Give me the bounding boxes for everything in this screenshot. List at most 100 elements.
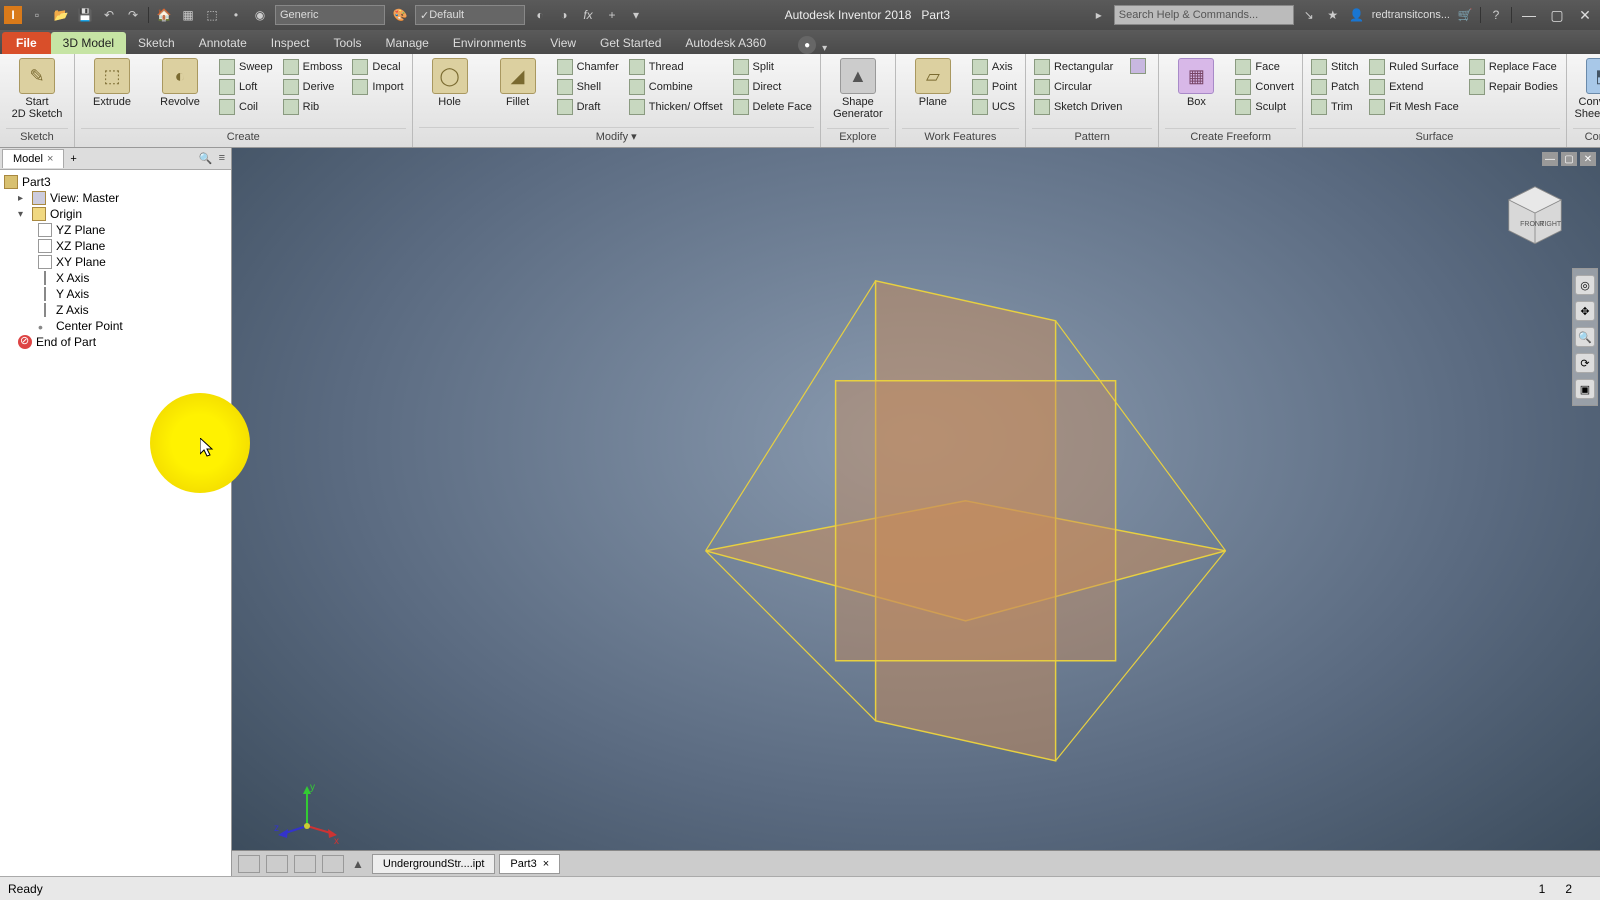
tab-view[interactable]: View [538,32,588,54]
measure-icon[interactable]: • [227,6,245,24]
signin-icon[interactable]: ↘ [1300,6,1318,24]
doc-arrange-icon[interactable] [294,855,316,873]
nav-orbit-icon[interactable]: ⟳ [1575,353,1595,373]
undo-icon[interactable]: ↶ [100,6,118,24]
box-button[interactable]: ▦ Box [1165,58,1227,108]
maximize-button[interactable]: ▢ [1546,5,1568,25]
tab-a360[interactable]: Autodesk A360 [673,32,778,54]
tab-sketch[interactable]: Sketch [126,32,187,54]
browser-search-icon[interactable]: 🔍 [199,152,213,165]
browser-tab-model[interactable]: Model× [2,149,64,168]
hole-button[interactable]: ◯ Hole [419,58,481,108]
doc-tab-underground[interactable]: UndergroundStr....ipt [372,854,496,874]
tree-origin[interactable]: ▾Origin [2,206,229,222]
thicken-button[interactable]: Thicken/ Offset [627,98,725,116]
tab-3d-model[interactable]: 3D Model [51,32,126,54]
draft-button[interactable]: Draft [555,98,621,116]
rectangular-button[interactable]: Rectangular [1032,58,1124,76]
minimize-button[interactable]: — [1518,5,1540,25]
start-2d-sketch-button[interactable]: ✎ Start 2D Sketch [6,58,68,120]
trim-button[interactable]: Trim [1309,98,1361,116]
axis-button[interactable]: Axis [970,58,1019,76]
import-button[interactable]: Import [350,78,405,96]
viewcube[interactable]: FRONT RIGHT [1500,178,1570,248]
panel-modify-label[interactable]: Modify ▾ [419,127,814,145]
extrude-button[interactable]: ⬚ Extrude [81,58,143,108]
tab-annotate[interactable]: Annotate [187,32,259,54]
fillet-button[interactable]: ◢ Fillet [487,58,549,108]
nav-lookat-icon[interactable]: ▣ [1575,379,1595,399]
tree-view[interactable]: ▸View: Master [2,190,229,206]
help-search-input[interactable]: Search Help & Commands... [1114,5,1294,25]
split-button[interactable]: Split [731,58,814,76]
home-icon[interactable]: 🏠 [155,6,173,24]
face-button[interactable]: Face [1233,58,1296,76]
close-button[interactable]: ✕ [1574,5,1596,25]
adjust-icon[interactable]: ◐ [531,6,549,24]
redo-icon[interactable]: ↷ [124,6,142,24]
save-icon[interactable]: 💾 [76,6,94,24]
circular-button[interactable]: Circular [1032,78,1124,96]
shell-button[interactable]: Shell [555,78,621,96]
thread-button[interactable]: Thread [627,58,725,76]
nav-pan-icon[interactable]: ✥ [1575,301,1595,321]
rib-button[interactable]: Rib [281,98,345,116]
browser-tab-add-icon[interactable]: + [64,153,82,165]
derive-button[interactable]: Derive [281,78,345,96]
help-icon[interactable]: ? [1487,6,1505,24]
doc-switch-icon[interactable] [322,855,344,873]
nav-zoom-icon[interactable]: 🔍 [1575,327,1595,347]
tab-tools[interactable]: Tools [321,32,373,54]
replace-face-button[interactable]: Replace Face [1467,58,1560,76]
viewport-max-icon[interactable]: ▢ [1561,152,1577,166]
star-icon[interactable]: ★ [1324,6,1342,24]
material-dropdown[interactable]: Generic [275,5,385,25]
ribbon-help-icon[interactable]: ● [798,36,816,54]
user-icon[interactable]: 👤 [1348,6,1366,24]
repair-bodies-button[interactable]: Repair Bodies [1467,78,1560,96]
tree-z-axis[interactable]: Z Axis [2,302,229,318]
coil-button[interactable]: Coil [217,98,275,116]
material-icon[interactable]: ◉ [251,6,269,24]
emboss-button[interactable]: Emboss [281,58,345,76]
extend-button[interactable]: Extend [1367,78,1461,96]
viewport[interactable]: — ▢ ✕ FRONT RIGHT ◎ [232,148,1600,876]
plane-button[interactable]: ▱ Plane [902,58,964,108]
stitch-button[interactable]: Stitch [1309,58,1361,76]
viewport-close-icon[interactable]: ✕ [1580,152,1596,166]
nav-wheel-icon[interactable]: ◎ [1575,275,1595,295]
convert-sheet-metal-button[interactable]: ⬒ Convert to Sheet Metal [1573,58,1600,120]
app-icon[interactable]: I [4,6,22,24]
doc-nav-up-icon[interactable]: ▲ [348,857,368,871]
cart-icon[interactable]: 🛒 [1456,6,1474,24]
tree-x-axis[interactable]: X Axis [2,270,229,286]
ruled-surface-button[interactable]: Ruled Surface [1367,58,1461,76]
tab-get-started[interactable]: Get Started [588,32,673,54]
tab-inspect[interactable]: Inspect [259,32,322,54]
tree-yz-plane[interactable]: YZ Plane [2,222,229,238]
tab-environments[interactable]: Environments [441,32,538,54]
fit-mesh-button[interactable]: Fit Mesh Face [1367,98,1461,116]
combine-button[interactable]: Combine [627,78,725,96]
qat-customize-icon[interactable]: ▾ [627,6,645,24]
sketch-driven-button[interactable]: Sketch Driven [1032,98,1124,116]
tree-xz-plane[interactable]: XZ Plane [2,238,229,254]
browser-tab-close-icon[interactable]: × [47,153,53,165]
fx-icon[interactable]: fx [579,6,597,24]
appearance-dropdown[interactable]: ✓ Default [415,5,525,25]
tree-center-point[interactable]: Center Point [2,318,229,334]
plus-icon[interactable]: + [603,6,621,24]
decal-button[interactable]: Decal [350,58,405,76]
patch-button[interactable]: Patch [1309,78,1361,96]
doc-cascade-icon[interactable] [266,855,288,873]
team-icon[interactable]: ▦ [179,6,197,24]
doc-tab-part3[interactable]: Part3× [499,854,560,874]
ucs-button[interactable]: UCS [970,98,1019,116]
tree-root-part[interactable]: Part3 [2,174,229,190]
username-label[interactable]: redtransitcons... [1372,9,1450,21]
doc-tile-icon[interactable] [238,855,260,873]
ribbon-dropdown-icon[interactable]: ▾ [822,43,827,54]
tree-y-axis[interactable]: Y Axis [2,286,229,302]
loft-button[interactable]: Loft [217,78,275,96]
convert-button[interactable]: Convert [1233,78,1296,96]
